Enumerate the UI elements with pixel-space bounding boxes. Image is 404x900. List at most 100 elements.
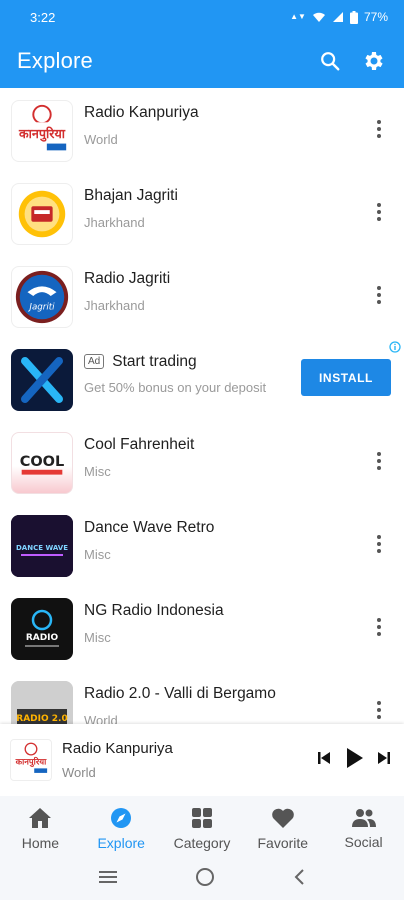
next-button[interactable] [376, 750, 392, 771]
more-vert-icon [377, 701, 381, 719]
list-item[interactable]: Bhajan Jagriti Jharkhand [0, 171, 404, 254]
more-vert-icon [377, 618, 381, 636]
back-button[interactable] [292, 868, 306, 891]
skip-previous-icon [318, 751, 330, 764]
nav-home[interactable]: Home [0, 796, 81, 858]
station-region: Jharkhand [84, 298, 145, 313]
ad-banner[interactable]: Ad Start trading Get 50% bonus on your de… [0, 337, 404, 420]
more-vert-icon [377, 203, 381, 221]
people-icon [351, 809, 376, 827]
station-list[interactable]: कानपुरिया Radio Kanpuriya World Bhajan J… [0, 88, 404, 724]
svg-text:RADIO 2.0: RADIO 2.0 [16, 714, 67, 724]
search-button[interactable] [312, 43, 348, 79]
station-region: World [84, 713, 118, 724]
list-item[interactable]: RADIO NG Radio Indonesia Misc [0, 586, 404, 669]
nav-social-label: Social [344, 834, 383, 850]
grid-icon [191, 808, 212, 828]
station-region: Misc [84, 547, 111, 562]
more-options-button[interactable] [368, 616, 390, 638]
home-system-button[interactable] [195, 867, 215, 892]
more-options-button[interactable] [368, 533, 390, 555]
gear-icon [365, 52, 383, 70]
station-region: World [84, 132, 118, 147]
station-name: Radio Jagriti [84, 270, 171, 287]
previous-button[interactable] [316, 750, 332, 771]
station-name: NG Radio Indonesia [84, 602, 224, 619]
nav-favorite[interactable]: Favorite [242, 796, 323, 858]
list-item[interactable]: Jagriti Radio Jagriti Jharkhand [0, 254, 404, 337]
status-icons: ▲▼ 77% [290, 10, 388, 24]
network-speed-icon: ▲▼ [290, 12, 306, 21]
player-station-logo: कानपुरिया [10, 739, 52, 781]
wifi-icon [312, 11, 326, 23]
station-logo: RADIO [11, 598, 73, 660]
station-logo: Jagriti [11, 266, 73, 328]
settings-button[interactable] [356, 43, 392, 79]
system-navigation-bar [0, 858, 404, 900]
svg-text:COOL: COOL [20, 454, 65, 470]
nav-category-label: Category [173, 835, 231, 851]
signal-icon [332, 11, 344, 23]
status-bar: 3:22 ▲▼ 77% [0, 0, 404, 34]
more-options-button[interactable] [368, 201, 390, 223]
more-options-button[interactable] [368, 699, 390, 721]
player-station-region: World [62, 765, 96, 780]
app-bar: Explore [0, 34, 404, 88]
station-name: Bhajan Jagriti [84, 187, 178, 204]
station-name: Radio 2.0 - Valli di Bergamo [84, 685, 276, 702]
station-name: Radio Kanpuriya [84, 104, 199, 121]
circle-icon [195, 867, 214, 886]
station-logo: DANCE WAVE [11, 515, 73, 577]
compass-icon [111, 808, 132, 828]
more-vert-icon [377, 120, 381, 138]
nav-explore[interactable]: Explore [81, 796, 162, 858]
search-icon [321, 52, 340, 71]
mini-player[interactable]: कानपुरिया Radio Kanpuriya World [0, 724, 404, 796]
install-button[interactable]: INSTALL [301, 359, 391, 396]
more-options-button[interactable] [368, 284, 390, 306]
page-title: Explore [17, 48, 93, 73]
station-region: Misc [84, 630, 111, 645]
battery-percent: 77% [363, 10, 388, 24]
ad-title: Start trading [112, 353, 197, 370]
station-logo: COOL [11, 432, 73, 494]
station-logo [11, 183, 73, 245]
ad-info-icon[interactable] [389, 341, 401, 353]
station-name: Dance Wave Retro [84, 519, 215, 536]
menu-lines-icon [99, 870, 118, 883]
svg-text:कानपुरिया: कानपुरिया [15, 757, 47, 768]
nav-explore-label: Explore [97, 835, 145, 851]
chevron-left-icon [294, 868, 304, 885]
skip-next-icon [378, 751, 390, 764]
list-item[interactable]: COOL Cool Fahrenheit Misc [0, 420, 404, 503]
nav-category[interactable]: Category [162, 796, 243, 858]
recent-apps-button[interactable] [98, 869, 118, 890]
more-vert-icon [377, 535, 381, 553]
battery-icon [349, 10, 358, 24]
svg-text:Jagriti: Jagriti [27, 303, 55, 313]
nav-social[interactable]: Social [323, 796, 404, 858]
svg-text:कानपुरिया: कानपुरिया [18, 126, 66, 142]
list-item[interactable]: कानपुरिया Radio Kanpuriya World [0, 88, 404, 171]
nav-favorite-label: Favorite [257, 835, 309, 851]
player-station-name: Radio Kanpuriya [62, 740, 173, 757]
svg-text:RADIO: RADIO [26, 633, 59, 643]
station-region: Jharkhand [84, 215, 145, 230]
list-item[interactable]: RADIO 2.0 Radio 2.0 - Valli di Bergamo W… [0, 669, 404, 724]
list-item[interactable]: DANCE WAVE Dance Wave Retro Misc [0, 503, 404, 586]
play-icon [347, 747, 363, 768]
heart-icon [271, 808, 294, 828]
status-time: 3:22 [30, 9, 56, 25]
svg-text:DANCE WAVE: DANCE WAVE [16, 544, 68, 552]
station-region: Misc [84, 464, 111, 479]
ad-description: Get 50% bonus on your deposit [84, 380, 267, 395]
more-options-button[interactable] [368, 450, 390, 472]
more-options-button[interactable] [368, 118, 390, 140]
play-button[interactable] [342, 746, 366, 775]
ad-app-icon [11, 349, 73, 411]
more-vert-icon [377, 452, 381, 470]
station-logo: RADIO 2.0 [11, 681, 73, 724]
home-icon [29, 808, 52, 828]
bottom-navigation: Home Explore Category Favorite Social [0, 796, 404, 858]
ad-badge: Ad [84, 354, 105, 369]
